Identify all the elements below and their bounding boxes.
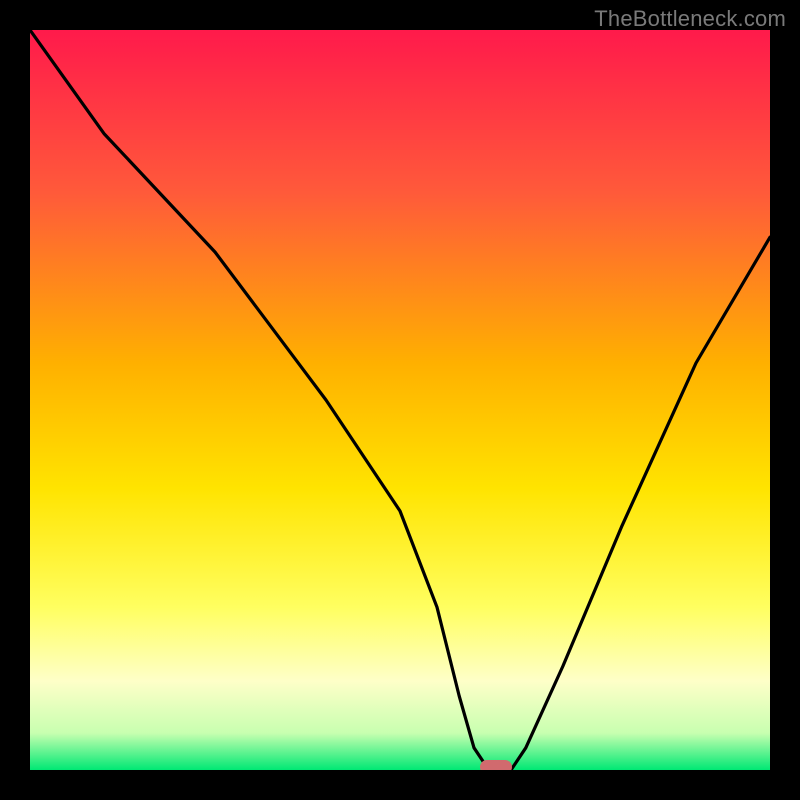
optimal-marker: [480, 760, 512, 770]
chart-frame: TheBottleneck.com: [0, 0, 800, 800]
plot-area: [30, 30, 770, 770]
chart-svg: [30, 30, 770, 770]
gradient-background: [30, 30, 770, 770]
watermark-label: TheBottleneck.com: [594, 6, 786, 32]
